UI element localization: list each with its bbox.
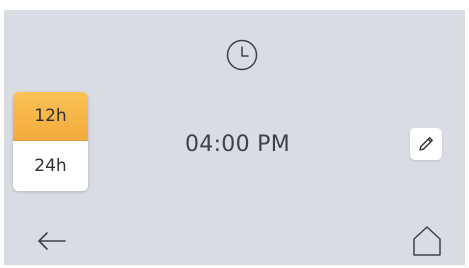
time-value: 04:00 PM [184, 132, 291, 157]
pencil-icon [416, 134, 436, 154]
format-24h-label: 24h [34, 156, 67, 176]
format-24h-option[interactable]: 24h [13, 141, 88, 191]
home-icon [412, 225, 442, 257]
format-12h-option[interactable]: 12h [13, 92, 88, 141]
arrow-left-icon [35, 229, 69, 253]
time-format-toggle: 12h 24h [13, 92, 88, 191]
home-button[interactable] [412, 225, 442, 257]
back-button[interactable] [35, 229, 69, 253]
format-12h-label: 12h [34, 106, 67, 126]
clock-icon [226, 39, 258, 71]
edit-time-button[interactable] [410, 128, 442, 160]
